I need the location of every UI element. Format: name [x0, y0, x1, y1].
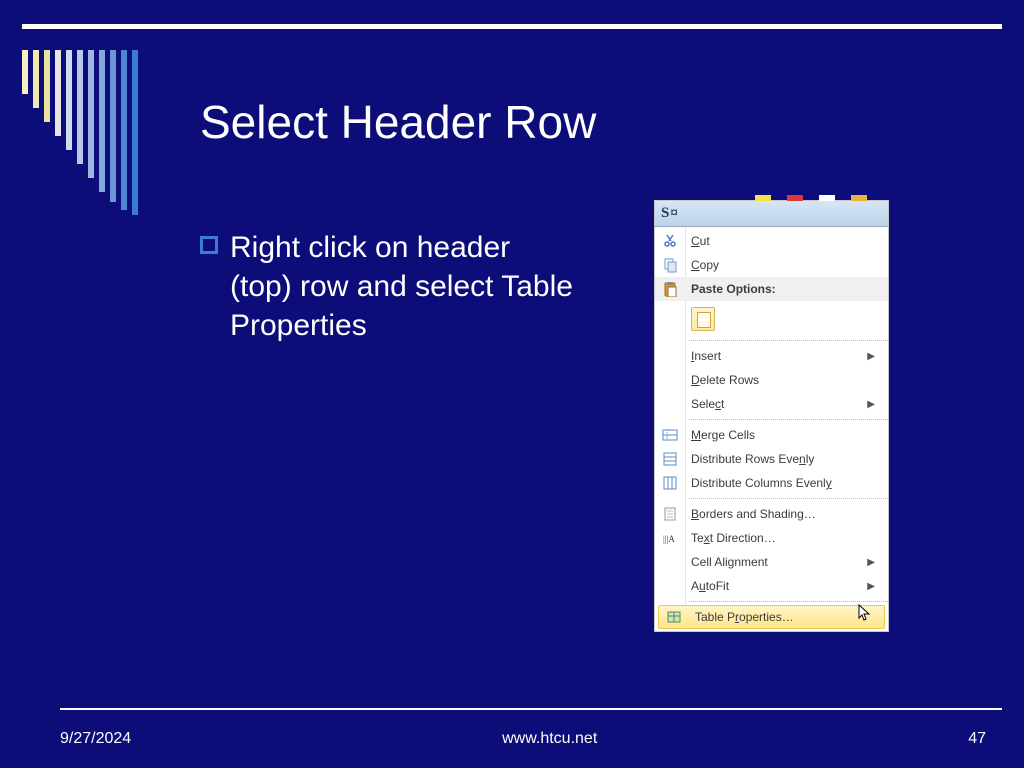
- copy-icon: [655, 257, 685, 273]
- menu-item-paste-options[interactable]: Paste Options:: [655, 277, 888, 301]
- merge-cells-icon: [655, 427, 685, 443]
- footer-date: 9/27/2024: [60, 730, 131, 748]
- table-style-markers: [655, 195, 888, 201]
- menu-item-borders-shading[interactable]: Borders and Shading…: [655, 502, 888, 526]
- menu-item-text-direction[interactable]: |||A Text Direction…: [655, 526, 888, 550]
- slide-title: Select Header Row: [200, 95, 596, 149]
- menu-item-table-properties[interactable]: Table Properties…: [658, 605, 885, 629]
- slide-body: Right click on header (top) row and sele…: [200, 228, 580, 345]
- menu-label: Paste Options:: [685, 282, 878, 296]
- submenu-arrow-icon: ▶: [867, 581, 878, 592]
- scissors-icon: [655, 233, 685, 249]
- menu-label: Distribute Columns Evenly: [685, 476, 878, 490]
- menu-item-autofit[interactable]: AutoFit ▶: [655, 574, 888, 598]
- menu-separator: [689, 340, 888, 341]
- menu-label: Merge Cells: [685, 428, 878, 442]
- menu-label: Cell Alignment: [685, 555, 867, 569]
- menu-label: AutoFit: [685, 579, 867, 593]
- menu-item-cell-alignment[interactable]: Cell Alignment ▶: [655, 550, 888, 574]
- menu-label: Table Properties…: [689, 610, 874, 624]
- submenu-arrow-icon: ▶: [867, 351, 878, 362]
- header-text: S¤: [661, 205, 679, 222]
- paste-option-icon: [691, 307, 715, 331]
- menu-item-copy[interactable]: Copy: [655, 253, 888, 277]
- menu-item-merge-cells[interactable]: Merge Cells: [655, 423, 888, 447]
- menu-separator: [689, 498, 888, 499]
- menu-item-distribute-cols[interactable]: Distribute Columns Evenly: [655, 471, 888, 495]
- menu-label: Delete Rows: [685, 373, 878, 387]
- submenu-arrow-icon: ▶: [867, 557, 878, 568]
- top-horizontal-rule: [22, 24, 1002, 29]
- menu-item-select[interactable]: Select ▶: [655, 392, 888, 416]
- menu-separator: [689, 601, 888, 602]
- menu-item-cut[interactable]: Cut: [655, 229, 888, 253]
- menu-label: Distribute Rows Evenly: [685, 452, 878, 466]
- slide-footer: 9/27/2024 www.htcu.net 47: [60, 730, 986, 748]
- decorative-vertical-bars: [22, 50, 138, 215]
- menu-label: Text Direction…: [685, 531, 878, 545]
- context-menu-screenshot: S¤ Cut Copy Paste Options: Insert: [654, 200, 889, 632]
- svg-text:|||A: |||A: [663, 534, 675, 544]
- borders-icon: [655, 506, 685, 522]
- bullet-text: Right click on header (top) row and sele…: [230, 228, 580, 345]
- footer-url: www.htcu.net: [502, 730, 597, 748]
- table-properties-icon: [659, 609, 689, 625]
- footer-page-number: 47: [968, 730, 986, 748]
- paste-icon: [655, 281, 685, 297]
- menu-label: Copy: [685, 258, 878, 272]
- menu-label: Insert: [685, 349, 867, 363]
- menu-separator: [689, 419, 888, 420]
- menu-item-delete-rows[interactable]: Delete Rows: [655, 368, 888, 392]
- submenu-arrow-icon: ▶: [867, 399, 878, 410]
- text-direction-icon: |||A: [655, 530, 685, 546]
- menu-label: Borders and Shading…: [685, 507, 878, 521]
- bullet-square-icon: [200, 236, 218, 254]
- context-menu-header: S¤: [655, 201, 888, 227]
- distribute-cols-icon: [655, 475, 685, 491]
- menu-label: Select: [685, 397, 867, 411]
- paste-options-row[interactable]: [655, 301, 888, 337]
- menu-item-insert[interactable]: Insert ▶: [655, 344, 888, 368]
- menu-label: Cut: [685, 234, 878, 248]
- distribute-rows-icon: [655, 451, 685, 467]
- bottom-horizontal-rule: [60, 708, 1002, 710]
- menu-item-distribute-rows[interactable]: Distribute Rows Evenly: [655, 447, 888, 471]
